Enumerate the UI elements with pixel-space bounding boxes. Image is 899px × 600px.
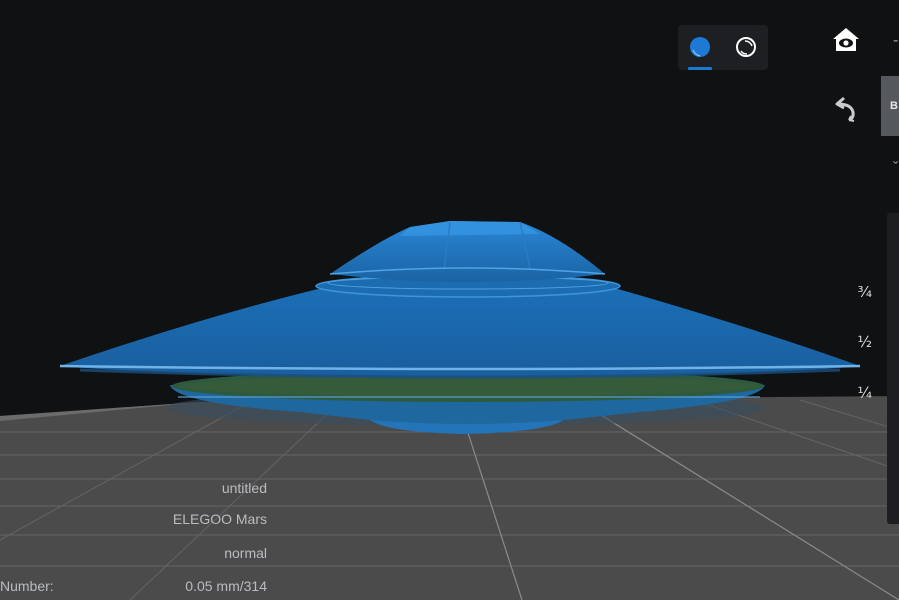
layer-mark-half: ½	[857, 333, 872, 351]
solid-view-button[interactable]	[678, 25, 722, 70]
layer-slider-track[interactable]	[887, 213, 899, 524]
home-eye-icon	[833, 28, 859, 51]
layer-mark-quarter: ¼	[857, 384, 872, 402]
solid-sphere-icon	[690, 37, 710, 57]
3d-viewport[interactable]	[0, 0, 899, 600]
model-main-disc	[60, 289, 860, 378]
layer-number-value: 0.05 mm/314	[185, 578, 267, 594]
xray-view-button[interactable]	[724, 25, 768, 70]
rotate-view-button[interactable]	[829, 90, 865, 126]
print-mode: normal	[224, 545, 267, 561]
xray-sphere-icon	[736, 37, 756, 57]
active-indicator	[688, 67, 712, 70]
ufo-model[interactable]	[59, 221, 861, 434]
layer-mark-three-quarter: ³⁄₄	[857, 283, 872, 301]
side-panel-tab[interactable]: B	[881, 76, 899, 136]
layer-number-label: Number:	[0, 578, 54, 594]
model-underside-ring-inner	[178, 376, 758, 396]
view-mode-toggle	[678, 25, 768, 70]
home-view-button[interactable]	[828, 22, 864, 58]
model-name: untitled	[221, 480, 267, 496]
rotate-back-icon	[835, 96, 855, 122]
edge-chevron-icon: ˇ	[893, 160, 899, 177]
edge-dash-icon: -	[893, 32, 899, 49]
printer-name: ELEGOO Mars	[172, 511, 267, 527]
